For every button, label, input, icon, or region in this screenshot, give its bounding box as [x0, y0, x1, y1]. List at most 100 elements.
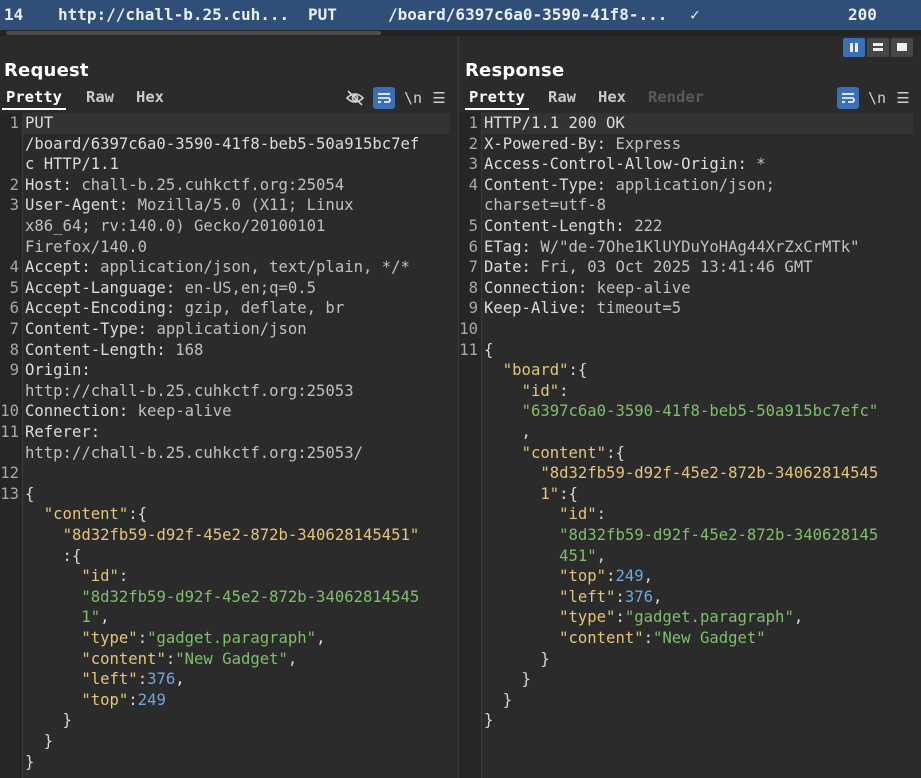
menu-icon[interactable]: ☰ [892, 87, 914, 109]
code-token: "left" [81, 670, 138, 689]
history-row[interactable]: 14 http://chall-b.25.cuh... PUT /board/6… [0, 0, 921, 31]
code-line: "8d32fb59-d92f-45e2-872b-340628145 [484, 525, 878, 546]
response-editor[interactable]: 1 HTTP/1.1 200 OK 2 X-Powered-By: Express 3 A… [459, 113, 921, 778]
response-tab-pretty[interactable]: Pretty [465, 88, 529, 110]
code-line: c HTTP/1.1 [25, 154, 119, 175]
code-line: "type":"gadget.paragraph", [484, 607, 803, 628]
line-number: 7 [468, 258, 478, 277]
code-token: en-US,en;q=0.5 [175, 278, 317, 297]
request-tab-raw[interactable]: Raw [86, 88, 114, 106]
code-token: PUT [25, 114, 54, 132]
code-token: x86_64; rv:140.0) Gecko/20100101 [25, 217, 326, 235]
code-token: "content" [43, 505, 129, 524]
code-line: "8d32fb59-d92f-45e2-872b-340628145451" [25, 525, 420, 546]
line-number: 5 [468, 217, 478, 235]
newline-toggle[interactable]: \n [866, 87, 888, 109]
request-title: Request [4, 60, 89, 81]
code-line: { [25, 484, 34, 505]
request-editor[interactable]: 1 PUT/board/6397c6a0-3590-41f8-beb5-50a91… [0, 113, 458, 778]
code-token: :{ [568, 361, 588, 380]
line-number: 1 [9, 114, 19, 132]
code-token: 1" [540, 484, 560, 503]
code-line: http://chall-b.25.cuhkctf.org:25053/ [25, 443, 363, 464]
line-number: 11 [459, 340, 478, 359]
code-line: Keep-Alive: timeout=5 [484, 298, 681, 319]
code-line: ETag: W/"de-7Ohe1KlUYDuYoHAg44XrZxCrMTk" [484, 237, 860, 258]
code-line: charset=utf-8 [484, 195, 606, 216]
code-line: "6397c6a0-3590-41f8-beb5-50a915bc7efc" [484, 401, 879, 422]
code-token: , [100, 608, 110, 627]
code-token: "8d32fb59-d92f-45e2-872b-34062814545 [81, 587, 420, 606]
code-token: "New Gadget" [175, 649, 288, 668]
code-token: , [596, 546, 607, 565]
code-token: "New Gadget" [653, 629, 766, 647]
response-tab-hex[interactable]: Hex [598, 88, 626, 106]
code-token: { [484, 340, 494, 359]
code-line: } [484, 649, 550, 670]
code-line: , [484, 422, 531, 443]
code-token: "content" [521, 443, 607, 462]
code-token: HTTP/1.1 200 OK [484, 114, 625, 132]
line-number: 6 [9, 299, 19, 318]
history-number: 14 [4, 5, 24, 24]
line-number: 12 [0, 464, 19, 483]
line-number: 3 [9, 196, 19, 215]
code-token: "id" [559, 505, 597, 524]
code-token: : [165, 649, 176, 668]
code-line: Accept: application/json, text/plain, */… [25, 257, 410, 278]
line-number: 9 [9, 361, 19, 380]
code-line: Date: Fri, 03 Oct 2025 13:41:46 GMT [484, 257, 813, 278]
code-line: http://chall-b.25.cuhkctf.org:25053 [25, 381, 354, 402]
code-token: User-Agent: [25, 196, 129, 215]
code-line: Content-Type: application/json; [484, 175, 775, 196]
code-token: , [484, 423, 531, 441]
code-line: "left":376, [25, 669, 184, 690]
line-number: 2 [9, 175, 19, 194]
code-token: } [484, 690, 513, 709]
line-number: 8 [9, 340, 19, 359]
code-line: User-Agent: Mozilla/5.0 (X11; Linux [25, 195, 354, 216]
code-line: PUT [25, 113, 53, 134]
code-line: "top":249, [484, 566, 653, 587]
wrap-icon[interactable] [837, 87, 859, 109]
code-line: Origin: [25, 360, 91, 381]
wrap-icon[interactable] [373, 87, 395, 109]
request-tab-hex[interactable]: Hex [136, 88, 164, 106]
code-token: } [484, 711, 494, 730]
code-token: } [484, 670, 531, 689]
scrollbar-thumb[interactable] [6, 31, 381, 35]
code-token: : [128, 690, 138, 709]
request-tabs: Pretty Raw Hex \n ☰ [0, 87, 458, 110]
code-token: "content" [81, 649, 166, 668]
menu-icon[interactable]: ☰ [428, 87, 450, 109]
code-token: :{ [128, 505, 148, 524]
history-path: /board/6397c6a0-3590-41f8-... [388, 5, 668, 24]
code-token: * [746, 155, 766, 174]
code-token: : [137, 670, 148, 689]
code-token: } [484, 649, 550, 668]
code-token: Date: [484, 258, 531, 277]
response-tab-render[interactable]: Render [648, 88, 704, 106]
code-token: } [25, 752, 35, 771]
line-number: 6 [468, 237, 478, 256]
code-token: 168 [165, 340, 204, 359]
code-token: Origin: [25, 361, 91, 380]
check-icon: ✓ [690, 5, 700, 24]
current-line-highlight [23, 113, 450, 134]
code-line: "top":249 [25, 690, 166, 711]
code-line: } [25, 731, 53, 752]
eye-off-icon[interactable] [344, 87, 366, 109]
request-tab-pretty[interactable]: Pretty [2, 88, 66, 110]
code-line: 1", [25, 607, 110, 628]
newline-toggle[interactable]: \n [402, 87, 424, 109]
response-tab-raw[interactable]: Raw [548, 88, 576, 106]
code-token: "type" [559, 608, 616, 627]
code-token: W/"de-7Ohe1KlUYDuYoHAg44XrZxCrMTk" [530, 237, 860, 256]
